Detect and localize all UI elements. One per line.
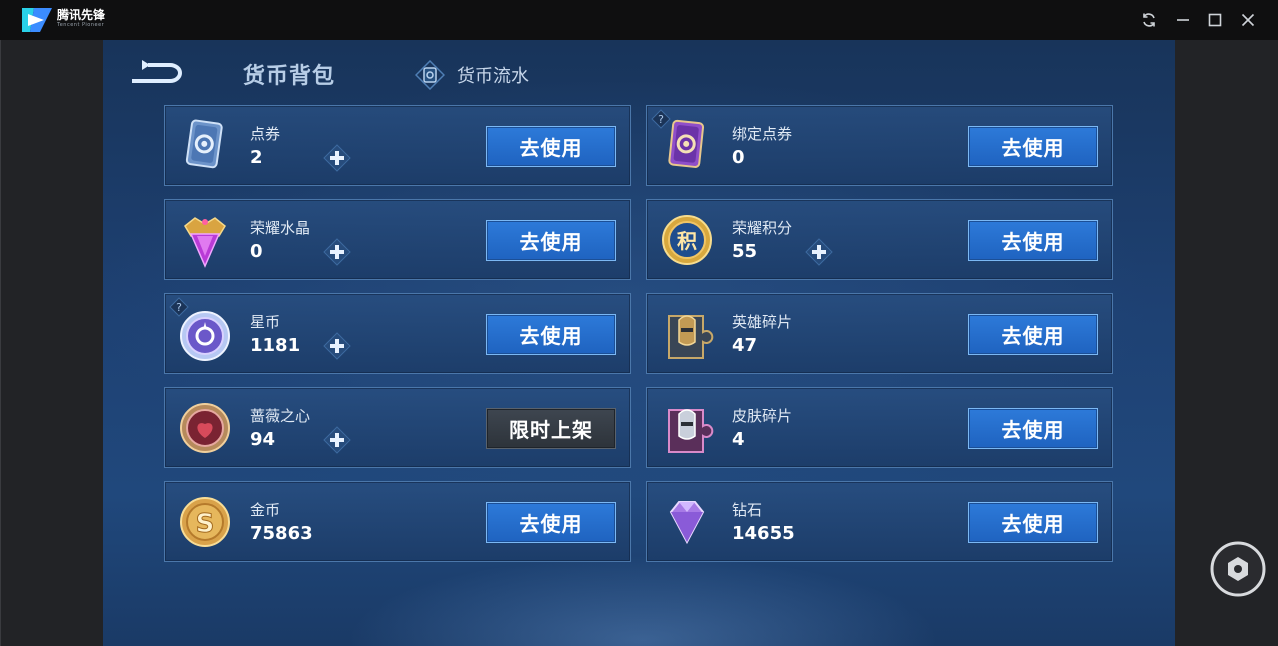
currency-card-rose-heart: 蔷薇之心 94 限时上架 (164, 387, 631, 468)
use-button[interactable]: 去使用 (486, 314, 616, 355)
help-icon[interactable]: ? (169, 297, 189, 317)
currency-name: 荣耀积分 (732, 219, 793, 237)
glory-points-icon: 积 (662, 215, 712, 265)
minimize-icon (1177, 19, 1189, 21)
currency-card-glory-points: 积 荣耀积分 55 去使用 (646, 199, 1113, 280)
app-titlebar: 腾讯先锋 Tencent Pioneer (0, 0, 1278, 40)
currency-amount: 47 (732, 335, 758, 356)
limited-time-button[interactable]: 限时上架 (486, 408, 616, 449)
use-button[interactable]: 去使用 (486, 502, 616, 543)
diamond-icon (669, 501, 705, 545)
use-button[interactable]: 去使用 (968, 408, 1098, 449)
currency-card-bound-coupon: ? 绑定点券 0 去使用 (646, 105, 1113, 186)
currency-amount: 75863 (250, 523, 313, 544)
use-button[interactable]: 去使用 (968, 502, 1098, 543)
currency-bag-screen: 货币背包 货币流水 点券 2 去使用 ? 绑定点券 0 去使用 荣耀水晶 0 去… (103, 40, 1175, 646)
currency-name: 蔷薇之心 (250, 407, 311, 425)
svg-text:?: ? (658, 113, 664, 126)
help-icon[interactable]: ? (651, 109, 671, 129)
back-arrow-icon[interactable] (128, 58, 184, 88)
currency-name: 钻石 (732, 501, 763, 519)
use-button[interactable]: 去使用 (968, 126, 1098, 167)
currency-card-skin-fragment: 皮肤碎片 4 去使用 (646, 387, 1113, 468)
rose-heart-icon (180, 403, 230, 453)
currency-card-diamond: 钻石 14655 去使用 (646, 481, 1113, 562)
app-logo-icon (22, 8, 52, 32)
maximize-button[interactable] (1203, 8, 1227, 32)
currency-card-hero-fragment: 英雄碎片 47 去使用 (646, 293, 1113, 374)
ticket-card-icon (185, 119, 223, 169)
refresh-button[interactable] (1137, 8, 1161, 32)
currency-name: 点券 (250, 125, 281, 143)
currency-name: 英雄碎片 (732, 313, 793, 331)
hero-fragment-icon (668, 315, 714, 359)
add-plus-icon[interactable] (323, 238, 351, 266)
tab-currency-bag[interactable]: 货币背包 (243, 58, 335, 90)
tab-currency-flow[interactable]: 货币流水 (415, 60, 529, 90)
currency-amount: 14655 (732, 523, 795, 544)
left-letterbox (0, 40, 103, 646)
currency-card-coupon: 点券 2 去使用 (164, 105, 631, 186)
minimize-button[interactable] (1171, 8, 1195, 32)
currency-amount: 0 (250, 241, 263, 262)
floating-hexagon-icon[interactable] (1210, 541, 1266, 597)
currency-amount: 1181 (250, 335, 301, 356)
currency-amount: 0 (732, 147, 745, 168)
currency-card-gold-coin: S 金币 75863 去使用 (164, 481, 631, 562)
app-brand-name: 腾讯先锋 (57, 8, 106, 22)
currency-name: 星币 (250, 313, 281, 331)
add-plus-icon[interactable] (323, 426, 351, 454)
use-button[interactable]: 去使用 (486, 126, 616, 167)
currency-amount: 55 (732, 241, 758, 262)
currency-amount: 2 (250, 147, 263, 168)
currency-card-star-coin: ? 星币 1181 去使用 (164, 293, 631, 374)
currency-amount: 94 (250, 429, 276, 450)
glory-points-glyph: 积 (677, 229, 697, 253)
glory-crystal-icon (184, 217, 226, 268)
tab-currency-flow-label: 货币流水 (457, 66, 529, 87)
svg-text:?: ? (176, 301, 182, 314)
add-plus-icon[interactable] (323, 144, 351, 172)
use-button[interactable]: 去使用 (968, 220, 1098, 261)
currency-flow-icon (415, 60, 445, 90)
add-plus-icon[interactable] (323, 332, 351, 360)
currency-amount: 4 (732, 429, 745, 450)
maximize-icon (1208, 13, 1222, 27)
gold-coin-icon: S (180, 497, 230, 547)
currency-name: 皮肤碎片 (732, 407, 793, 425)
close-icon (1241, 13, 1255, 27)
use-button[interactable]: 去使用 (486, 220, 616, 261)
app-brand-subtitle: Tencent Pioneer (57, 22, 105, 28)
currency-name: 荣耀水晶 (250, 219, 311, 237)
gold-coin-glyph: S (196, 509, 215, 539)
skin-fragment-icon (668, 409, 714, 453)
refresh-icon (1143, 13, 1155, 27)
currency-name: 金币 (250, 501, 281, 519)
currency-name: 绑定点券 (732, 125, 793, 143)
add-plus-icon[interactable] (805, 238, 833, 266)
currency-card-glory-crystal: 荣耀水晶 0 去使用 (164, 199, 631, 280)
use-button[interactable]: 去使用 (968, 314, 1098, 355)
close-button[interactable] (1236, 8, 1260, 32)
